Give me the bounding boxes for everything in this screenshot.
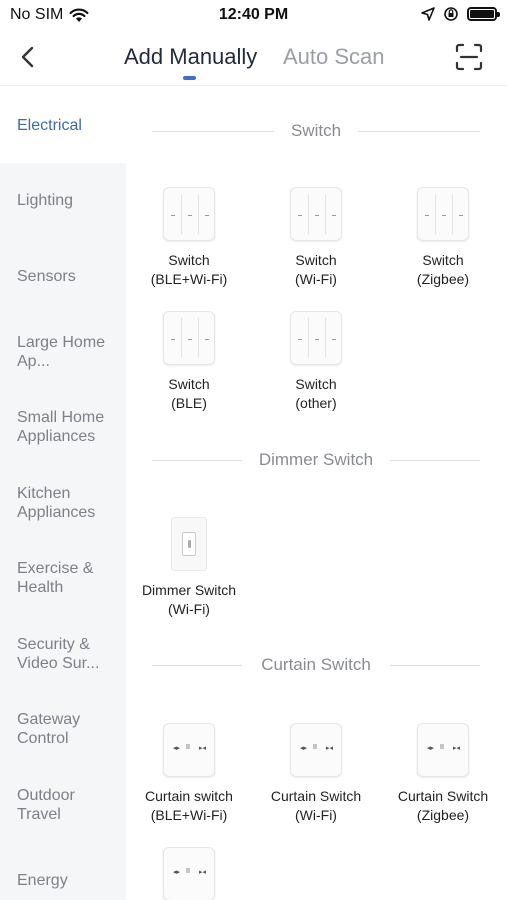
- sidebar-item-large-home-appliances[interactable]: Large Home Ap...: [0, 333, 118, 371]
- curtain-switch-icon: ◂▸ II ▸◂: [163, 847, 215, 900]
- curtain-switch-icon: ◂▸ II ▸◂: [163, 723, 215, 777]
- battery-icon: [467, 7, 500, 21]
- device-name: Curtain Switch (Wi-Fi): [270, 788, 362, 823]
- sidebar-item-small-home-appliances[interactable]: Small Home Appliances: [0, 408, 120, 446]
- location-arrow-icon: [421, 7, 435, 21]
- back-chevron-icon[interactable]: [14, 42, 44, 72]
- active-tab-indicator: [183, 76, 196, 80]
- sidebar-item-outdoor-travel[interactable]: Outdoor Travel: [0, 786, 100, 824]
- device-switch-ble[interactable]: Switch (BLE): [126, 311, 252, 413]
- section-title-curtain-switch: Curtain Switch: [152, 655, 480, 675]
- three-gang-switch-icon: [417, 187, 469, 241]
- status-bar: No SIM 12:40 PM: [0, 0, 507, 32]
- curtain-switch-icon: ◂▸ II ▸◂: [290, 723, 342, 777]
- sidebar-item-sensors[interactable]: Sensors: [0, 267, 126, 286]
- device-switch-wifi[interactable]: Switch (Wi-Fi): [253, 187, 379, 289]
- three-gang-switch-icon: [290, 311, 342, 365]
- section-title-switch: Switch: [152, 121, 480, 141]
- device-name: Switch (BLE): [168, 376, 210, 411]
- device-name: Switch (Zigbee): [416, 252, 470, 287]
- three-gang-switch-icon: [290, 187, 342, 241]
- device-curtain-switch-partial[interactable]: ◂▸ II ▸◂: [126, 847, 252, 900]
- sidebar-item-electrical[interactable]: Electrical: [0, 87, 126, 163]
- device-switch-ble-wifi[interactable]: Switch (BLE+Wi-Fi): [126, 187, 252, 289]
- tab-auto-scan[interactable]: Auto Scan: [283, 44, 385, 70]
- device-name: Curtain switch (BLE+Wi-Fi): [145, 788, 233, 823]
- nav-header: Add Manually Auto Scan: [0, 32, 507, 86]
- device-name: Switch (Wi-Fi): [295, 252, 337, 287]
- section-title-dimmer-switch: Dimmer Switch: [152, 450, 480, 470]
- device-curtain-switch-zigbee[interactable]: ◂▸ II ▸◂ Curtain Switch (Zigbee): [380, 723, 506, 825]
- device-name: Dimmer Switch (Wi-Fi): [141, 582, 237, 617]
- device-name: Switch (BLE+Wi-Fi): [150, 252, 228, 287]
- sidebar-item-security-video[interactable]: Security & Video Sur...: [0, 635, 120, 673]
- device-list: Switch Switch (BLE+Wi-Fi) Switch (Wi-Fi) S…: [126, 87, 507, 900]
- category-sidebar: Electrical Lighting Sensors Large Home A…: [0, 87, 126, 900]
- device-switch-other[interactable]: Switch (other): [253, 311, 379, 413]
- device-switch-zigbee[interactable]: Switch (Zigbee): [380, 187, 506, 289]
- device-name: Switch (other): [295, 376, 337, 411]
- curtain-switch-icon: ◂▸ II ▸◂: [417, 723, 469, 777]
- three-gang-switch-icon: [163, 187, 215, 241]
- device-curtain-switch-ble-wifi[interactable]: ◂▸ II ▸◂ Curtain switch (BLE+Wi-Fi): [126, 723, 252, 825]
- device-curtain-switch-wifi[interactable]: ◂▸ II ▸◂ Curtain Switch (Wi-Fi): [253, 723, 379, 825]
- dimmer-switch-icon: [171, 517, 207, 571]
- sidebar-item-gateway-control[interactable]: Gateway Control: [0, 710, 100, 748]
- tab-add-manually[interactable]: Add Manually: [124, 44, 257, 70]
- scan-frame-icon[interactable]: [454, 42, 484, 72]
- device-dimmer-switch-wifi[interactable]: Dimmer Switch (Wi-Fi): [126, 517, 252, 619]
- orientation-lock-icon: [444, 7, 458, 21]
- status-right: [421, 6, 500, 22]
- device-name: Curtain Switch (Zigbee): [397, 788, 489, 823]
- sidebar-item-exercise-health[interactable]: Exercise & Health: [0, 559, 106, 597]
- sidebar-item-lighting[interactable]: Lighting: [0, 191, 126, 210]
- three-gang-switch-icon: [163, 311, 215, 365]
- sidebar-item-kitchen-appliances[interactable]: Kitchen Appliances: [0, 484, 112, 522]
- sidebar-item-energy[interactable]: Energy: [0, 871, 126, 890]
